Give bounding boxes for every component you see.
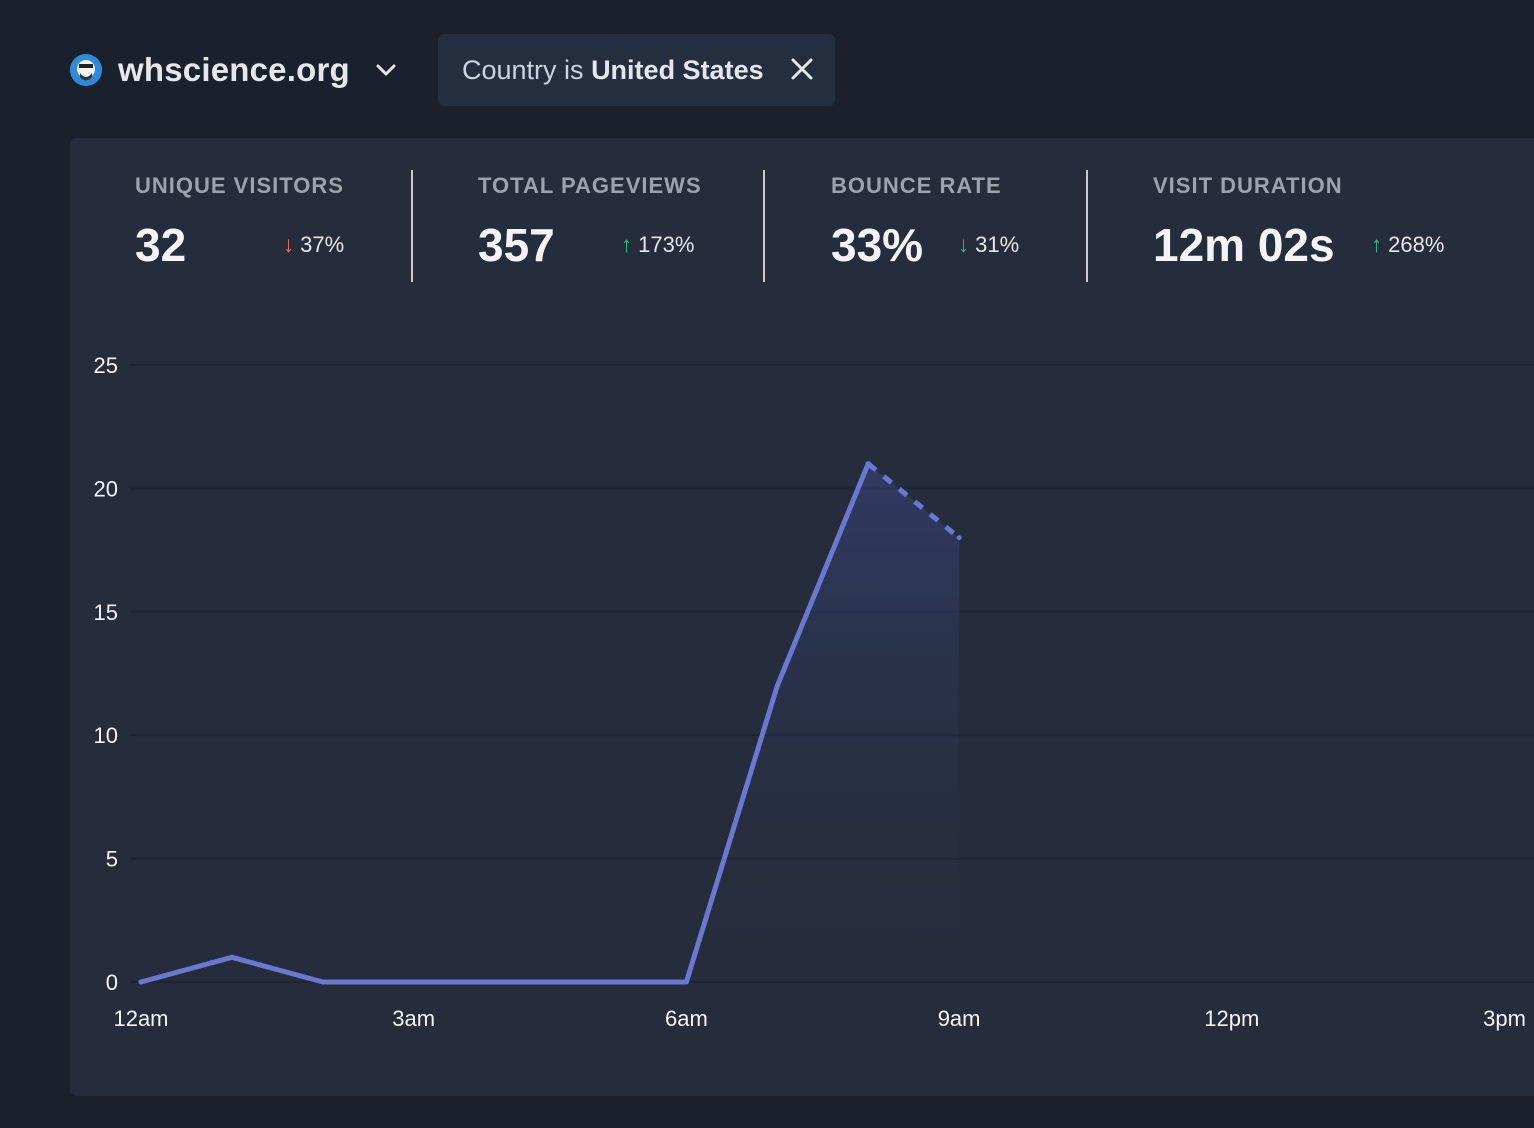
x-tick-label: 9am (938, 1006, 981, 1031)
y-tick-label: 25 (94, 353, 118, 378)
data-point (411, 979, 417, 985)
data-point (956, 535, 962, 541)
y-tick-label: 15 (94, 600, 118, 625)
data-point (320, 979, 326, 985)
close-icon[interactable] (789, 56, 815, 82)
x-tick-label: 3pm (1483, 1006, 1526, 1031)
data-point (229, 954, 235, 960)
site-switcher[interactable]: whscience.org (70, 34, 400, 106)
stats-card: UNIQUE VISITORS 32 ↓ 37% TOTAL PAGEVIEWS… (70, 138, 1534, 1096)
data-point (774, 683, 780, 689)
filter-value: United States (591, 54, 764, 85)
data-point (502, 979, 508, 985)
chevron-down-icon[interactable] (372, 56, 400, 84)
visitors-line-chart[interactable]: 0 5 10 15 20 25 12am 3am 6am 9am 12pm 3pm (70, 138, 1534, 1096)
site-name: whscience.org (118, 51, 350, 88)
country-filter-pill[interactable]: Country is United States (438, 34, 835, 106)
y-tick-label: 5 (106, 847, 118, 872)
data-point (865, 461, 871, 467)
data-point (593, 979, 598, 985)
y-tick-label: 10 (94, 723, 118, 748)
y-tick-label: 0 (106, 970, 118, 995)
data-point (138, 979, 144, 985)
x-tick-label: 12pm (1204, 1006, 1259, 1031)
data-point (683, 979, 689, 985)
x-tick-label: 12am (113, 1006, 168, 1031)
site-favicon-icon (70, 54, 102, 86)
filter-prefix: Country is (462, 54, 584, 85)
x-tick-label: 6am (665, 1006, 708, 1031)
x-tick-label: 3am (392, 1006, 435, 1031)
y-tick-label: 20 (94, 476, 118, 501)
filter-label: Country is United States (462, 55, 764, 86)
